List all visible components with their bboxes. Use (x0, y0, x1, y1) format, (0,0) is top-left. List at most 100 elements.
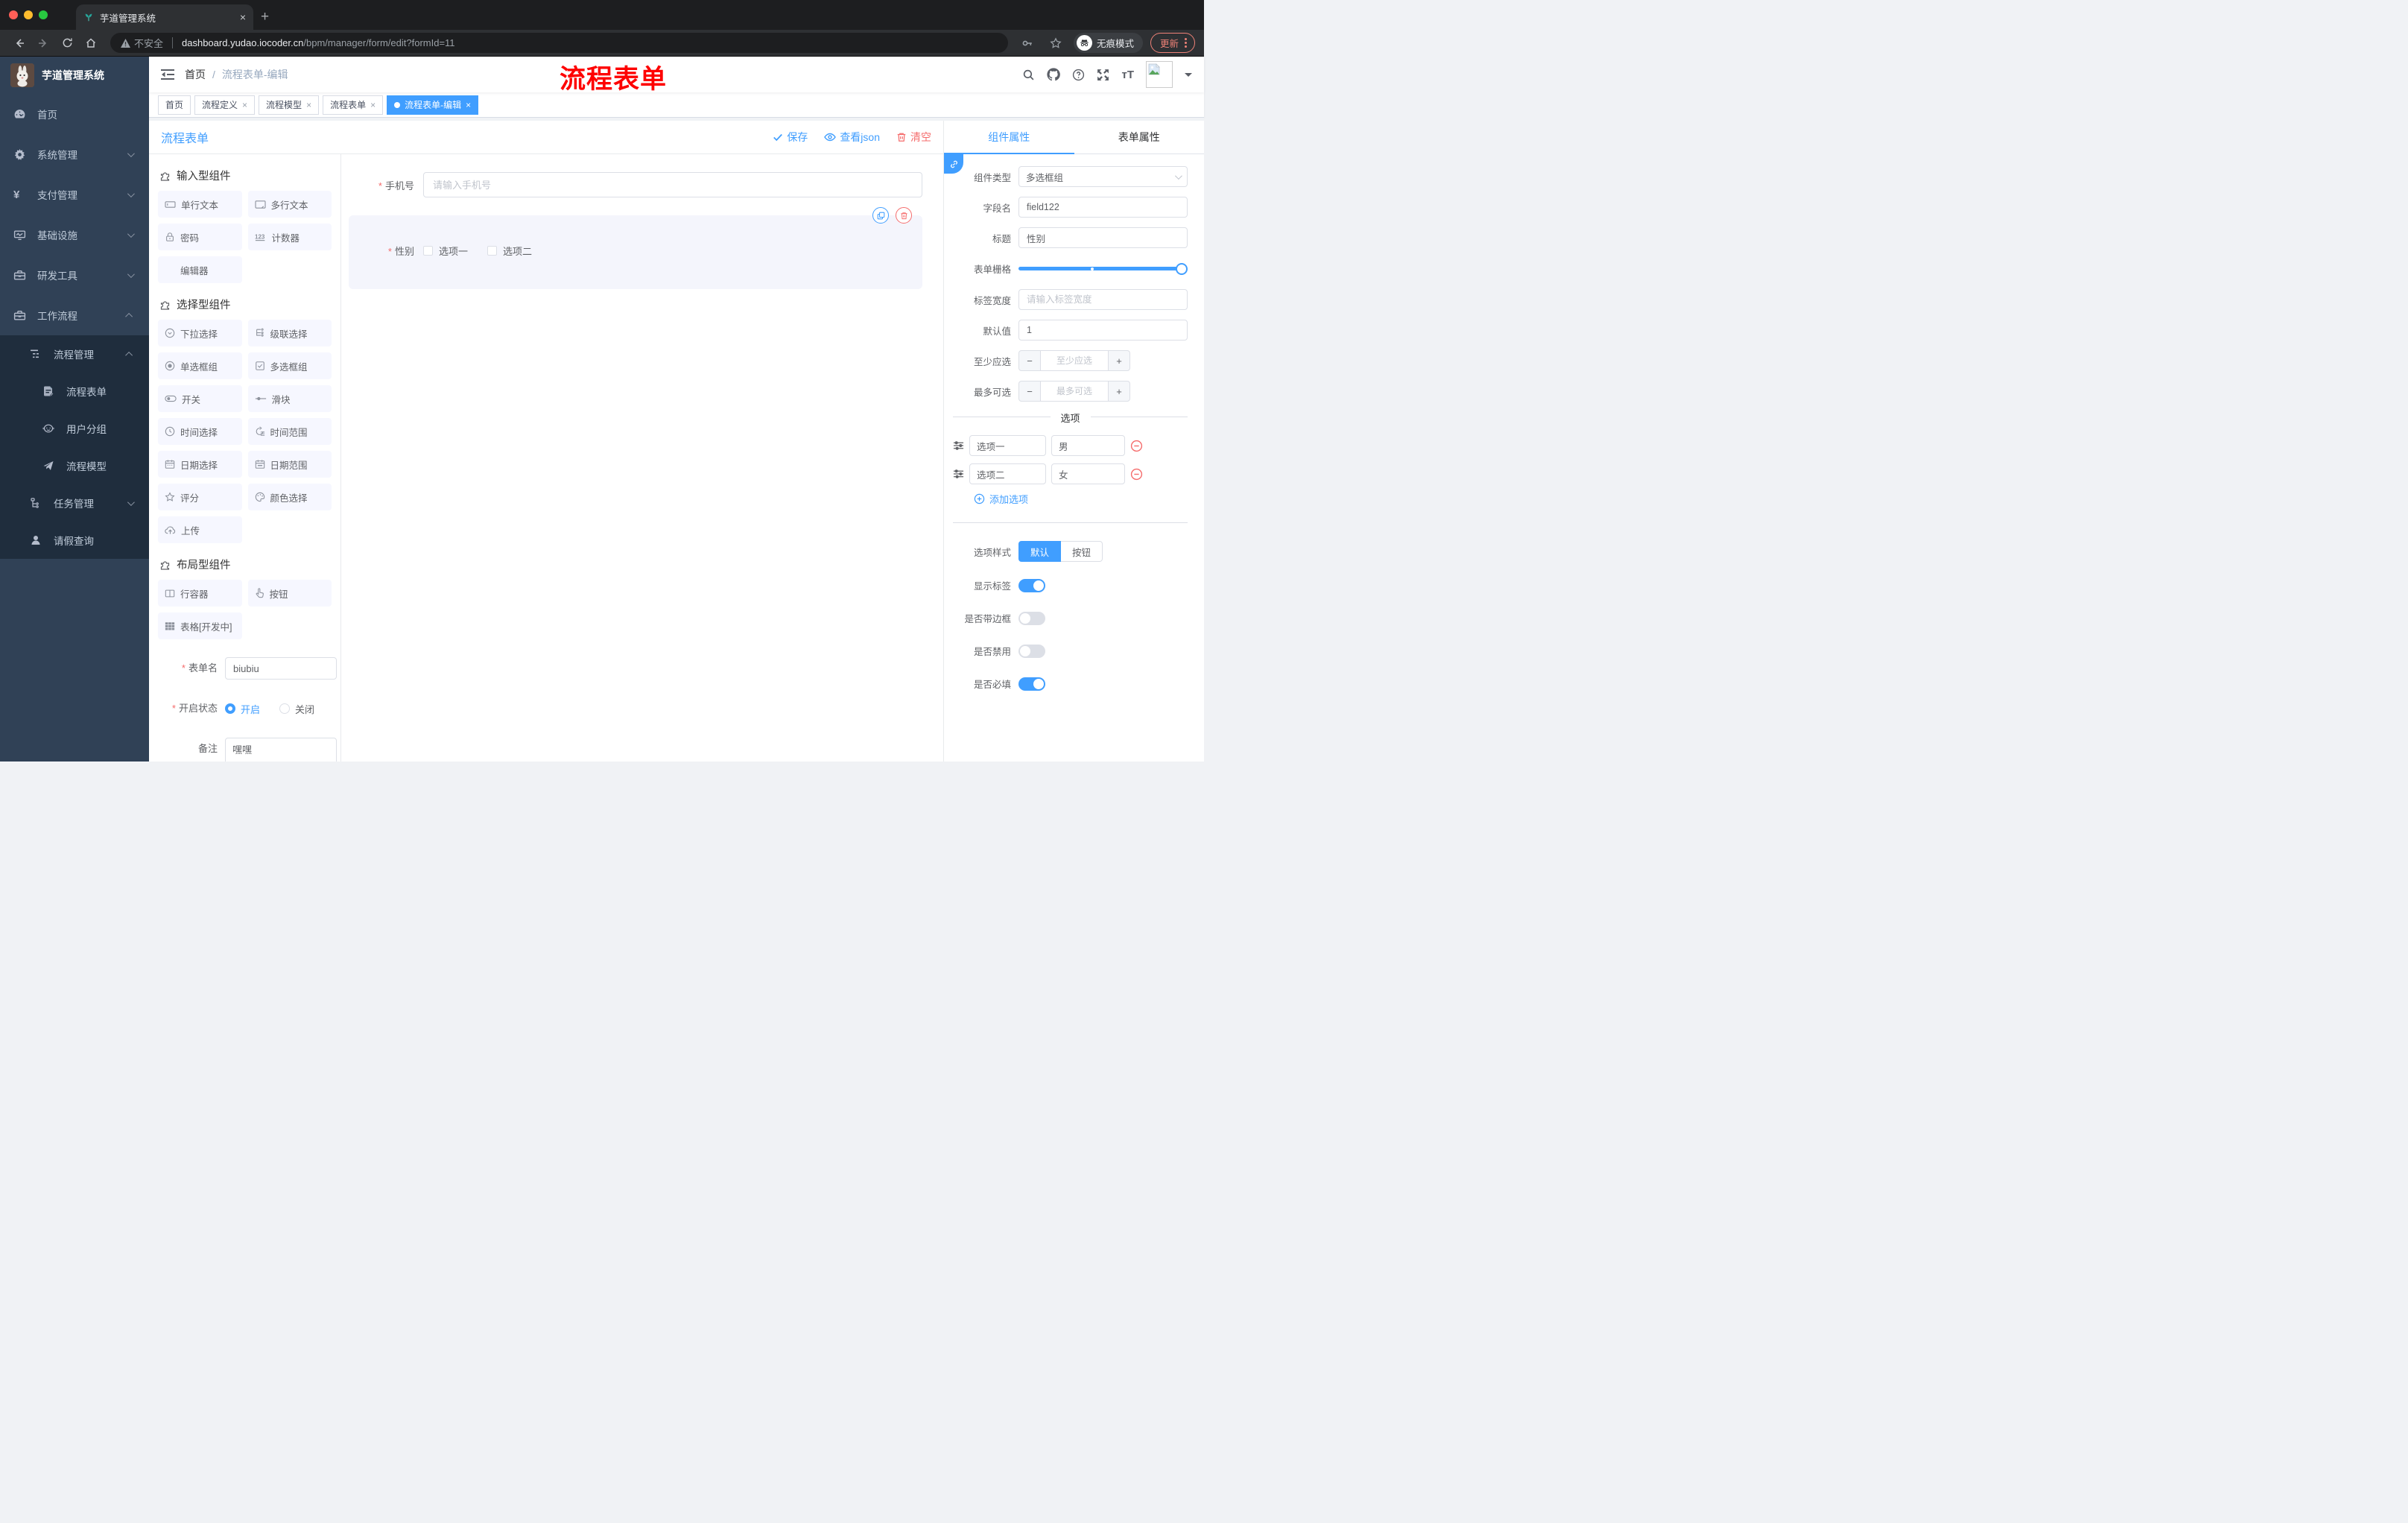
form-grid-slider[interactable] (1018, 262, 1188, 275)
component-password[interactable]: 密码 (158, 224, 242, 250)
tag-process-form-edit[interactable]: 流程表单-编辑 (387, 95, 479, 115)
tag-process-form[interactable]: 流程表单 (323, 95, 384, 115)
tag-process-definition[interactable]: 流程定义 (194, 95, 256, 115)
disabled-switch[interactable] (1018, 644, 1045, 658)
component-checkbox-group[interactable]: 多选框组 (247, 352, 332, 379)
browser-update-menu-button[interactable]: 更新 (1150, 33, 1195, 53)
component-date-range[interactable]: 日期范围 (247, 451, 332, 478)
required-switch[interactable] (1018, 677, 1045, 691)
show-label-switch[interactable] (1018, 578, 1045, 592)
bookmark-star-icon[interactable] (1045, 33, 1066, 54)
drag-handle-icon[interactable] (953, 440, 964, 451)
sidebar-item-home[interactable]: 首页 (0, 94, 149, 134)
gender-option-2-checkbox[interactable]: 选项二 (487, 244, 532, 258)
remove-option-button[interactable] (1130, 440, 1143, 452)
component-counter[interactable]: 123 计数器 (247, 224, 332, 250)
component-time-range[interactable]: 时间范围 (247, 418, 332, 445)
default-value-input[interactable] (1018, 320, 1188, 341)
forward-icon[interactable] (33, 33, 54, 54)
gender-option-1-checkbox[interactable]: 选项一 (423, 244, 468, 258)
component-slider[interactable]: 滑块 (247, 385, 332, 412)
sidebar-item-process-model[interactable]: 流程模型 (0, 447, 149, 484)
close-icon[interactable] (242, 100, 247, 110)
delete-field-button[interactable] (896, 207, 912, 224)
title-input[interactable] (1018, 227, 1188, 248)
sidebar-item-user-group[interactable]: 用户分组 (0, 410, 149, 447)
component-radio-group[interactable]: 单选框组 (158, 352, 242, 379)
sidebar-item-process-form[interactable]: 流程表单 (0, 373, 149, 410)
component-type-select[interactable]: 多选框组 (1018, 166, 1188, 187)
view-json-button[interactable]: 查看json (824, 130, 880, 145)
component-select[interactable]: 下拉选择 (158, 320, 242, 346)
add-option-button[interactable]: 添加选项 (974, 492, 1188, 506)
component-table-dev[interactable]: 表格[开发中] (158, 612, 242, 639)
form-remark-textarea[interactable]: 嘿嘿 (225, 738, 337, 762)
component-single-line-text[interactable]: 单行文本 (158, 191, 242, 218)
decrease-button[interactable]: − (1019, 351, 1040, 370)
component-date-picker[interactable]: 日期选择 (158, 451, 242, 478)
tab-form-props[interactable]: 表单属性 (1074, 121, 1205, 153)
sidebar-item-system[interactable]: 系统管理 (0, 134, 149, 174)
help-icon[interactable] (1072, 69, 1085, 81)
browser-tab[interactable]: 芋道管理系统 (76, 4, 253, 30)
status-off-radio[interactable]: 关闭 (279, 702, 314, 716)
form-name-input[interactable] (225, 657, 337, 680)
sidebar-item-workflow[interactable]: 工作流程 (0, 295, 149, 335)
home-icon[interactable] (80, 33, 101, 54)
sidebar-item-payment[interactable]: ¥ 支付管理 (0, 174, 149, 215)
remove-option-button[interactable] (1130, 468, 1143, 481)
sidebar-item-leave-query[interactable]: 请假查询 (0, 522, 149, 559)
increase-button[interactable]: + (1109, 351, 1129, 370)
component-time-picker[interactable]: 时间选择 (158, 418, 242, 445)
sidebar-item-task-mgmt[interactable]: 任务管理 (0, 484, 149, 522)
avatar-broken-image[interactable] (1146, 61, 1173, 88)
style-default-button[interactable]: 默认 (1018, 541, 1062, 562)
sidebar-fold-icon[interactable] (161, 69, 174, 80)
fullscreen-icon[interactable] (1097, 69, 1109, 81)
increase-button[interactable]: + (1109, 381, 1129, 401)
option-label-input[interactable] (969, 435, 1046, 456)
canvas-field-phone[interactable]: 手机号 (349, 172, 922, 197)
component-button[interactable]: 按钮 (247, 580, 332, 607)
min-select-input[interactable] (1040, 351, 1109, 370)
github-icon[interactable] (1047, 68, 1061, 81)
option-label-input[interactable] (969, 463, 1046, 484)
close-window-button[interactable] (9, 10, 18, 19)
canvas-field-gender-selected[interactable]: 性别 选项一 选项二 (349, 207, 922, 289)
close-icon[interactable] (466, 100, 471, 110)
border-switch[interactable] (1018, 611, 1045, 625)
password-key-icon[interactable] (1017, 33, 1038, 54)
zoom-window-button[interactable] (39, 10, 48, 19)
close-icon[interactable] (306, 100, 311, 110)
option-value-input[interactable] (1051, 435, 1125, 456)
max-select-input[interactable] (1040, 381, 1109, 401)
drag-handle-icon[interactable] (953, 469, 964, 479)
save-button[interactable]: 保存 (773, 130, 808, 145)
avatar-caret-down-icon[interactable] (1185, 72, 1192, 80)
field-name-input[interactable] (1018, 197, 1188, 218)
tag-home[interactable]: 首页 (158, 95, 191, 115)
decrease-button[interactable]: − (1019, 381, 1040, 401)
sidebar-item-infra[interactable]: 基础设施 (0, 215, 149, 255)
address-bar[interactable]: 不安全 dashboard.yudao.iocoder.cn/bpm/manag… (110, 33, 1008, 53)
label-width-input[interactable] (1018, 289, 1188, 310)
component-multi-line-text[interactable]: 多行文本 (247, 191, 332, 218)
security-warning[interactable]: 不安全 (121, 36, 163, 50)
new-tab-button[interactable] (261, 9, 269, 25)
duplicate-field-button[interactable] (872, 207, 889, 224)
tab-component-props[interactable]: 组件属性 (944, 121, 1074, 154)
option-value-input[interactable] (1051, 463, 1125, 484)
breadcrumb-home[interactable]: 首页 (185, 67, 206, 82)
component-upload[interactable]: 上传 (158, 516, 242, 543)
reload-icon[interactable] (57, 33, 77, 54)
component-editor[interactable]: 编辑器 (158, 256, 242, 283)
status-on-radio[interactable]: 开启 (225, 702, 260, 716)
component-rate[interactable]: 评分 (158, 484, 242, 510)
tab-close-icon[interactable] (240, 12, 246, 22)
font-size-icon[interactable]: тT (1121, 69, 1134, 81)
search-icon[interactable] (1022, 69, 1035, 81)
close-icon[interactable] (370, 100, 376, 110)
style-button-button[interactable]: 按钮 (1061, 541, 1103, 562)
tag-process-model[interactable]: 流程模型 (259, 95, 320, 115)
slider-handle[interactable] (1176, 262, 1188, 275)
